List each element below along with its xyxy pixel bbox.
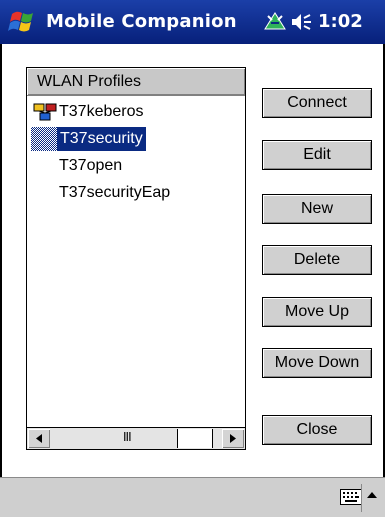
list-item[interactable]: T37securityEap	[27, 180, 245, 206]
scroll-right-button[interactable]	[222, 429, 244, 448]
horizontal-scrollbar[interactable]: III	[27, 427, 245, 449]
network-profile-icon	[33, 103, 57, 121]
triangle-left-icon	[36, 434, 42, 443]
menu-separator	[361, 484, 362, 512]
close-button[interactable]: Close	[262, 415, 372, 445]
wlan-profiles-list[interactable]: WLAN Profiles T37keberos T37security T37…	[26, 67, 246, 450]
list-item-label: T37securityEap	[59, 184, 171, 201]
speaker-icon[interactable]	[290, 12, 314, 32]
edit-button[interactable]: Edit	[262, 140, 372, 170]
app-title: Mobile Companion	[46, 11, 237, 32]
delete-button[interactable]: Delete	[262, 245, 372, 275]
arrow-up-icon[interactable]	[365, 488, 379, 506]
window-border-left	[0, 44, 2, 477]
keyboard-icon[interactable]	[340, 489, 362, 505]
triangle-right-icon	[230, 434, 236, 443]
scrollbar-grip: III	[123, 430, 132, 444]
scrollbar-thumb[interactable]	[177, 429, 213, 448]
move-down-button[interactable]: Move Down	[262, 348, 372, 378]
title-bar: Mobile Companion 1:02	[0, 0, 385, 44]
clock[interactable]: 1:02	[318, 11, 363, 32]
connectivity-icon[interactable]	[262, 10, 288, 34]
connect-button[interactable]: Connect	[262, 88, 372, 118]
scroll-left-button[interactable]	[28, 429, 50, 448]
windows-flag-icon[interactable]	[6, 6, 42, 38]
list-item[interactable]: T37keberos	[27, 99, 245, 125]
selection-focus-marker	[31, 127, 57, 151]
list-item-selected[interactable]: T37security	[27, 126, 245, 152]
new-button[interactable]: New	[262, 194, 372, 224]
menu-bar	[0, 477, 385, 517]
list-item-label: T37keberos	[59, 103, 144, 120]
move-up-button[interactable]: Move Up	[262, 297, 372, 327]
list-items: T37keberos T37security T37open T37securi…	[27, 97, 245, 422]
list-item[interactable]: T37open	[27, 153, 245, 179]
list-item-label: T37open	[59, 157, 123, 174]
list-item-label: T37security	[57, 127, 146, 151]
list-column-header[interactable]: WLAN Profiles	[27, 68, 245, 96]
